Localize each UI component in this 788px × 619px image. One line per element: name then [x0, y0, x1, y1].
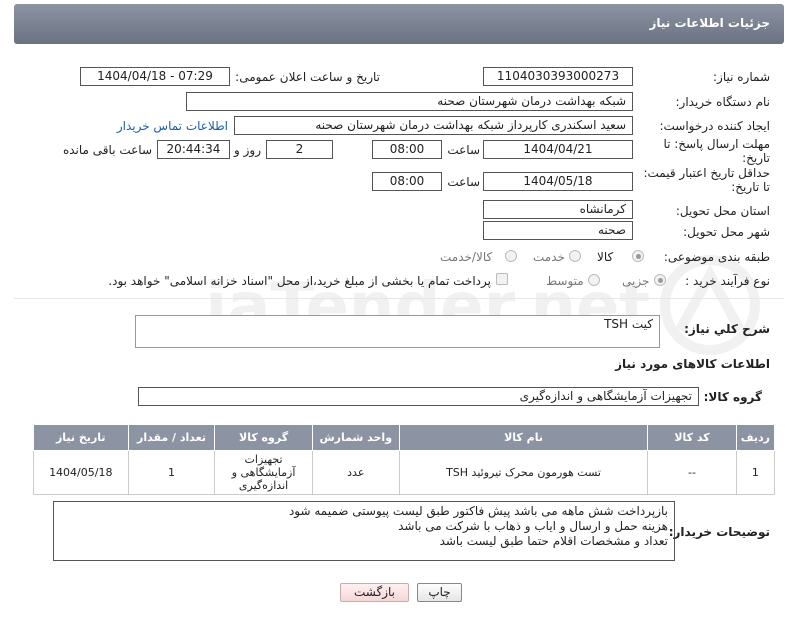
buyer-note-line: تعداد و مشخصات اقلام حتما طبق لیست باشد	[439, 534, 668, 548]
announce-datetime-label: تاریخ و ساعت اعلان عمومی:	[235, 70, 380, 84]
need-number-field: 1104030393000273	[483, 67, 633, 86]
category-option-service: خدمت	[533, 250, 565, 264]
remaining-time-field: 20:44:34	[157, 140, 230, 159]
cell-item-name: تست هورمون محرک تیروئید TSH	[398, 450, 649, 495]
reply-deadline-label-2: تاریخ:	[742, 151, 770, 165]
col-header-quantity: تعداد / مقدار	[127, 424, 216, 451]
need-number-label: شماره نیاز:	[713, 70, 770, 84]
items-table: ردیف کد کالا نام کالا واحد شمارش گروه کا…	[33, 424, 776, 495]
reply-deadline-date: 1404/04/21	[483, 140, 633, 159]
reply-deadline-time: 08:00	[372, 140, 442, 159]
buyer-contact-link[interactable]: اطلاعات تماس خریدار	[117, 119, 228, 133]
category-radio-goods[interactable]	[632, 250, 644, 262]
delivery-province-label: استان محل تحویل:	[675, 204, 770, 218]
process-option-medium: متوسط	[546, 274, 584, 288]
category-radio-service[interactable]	[569, 250, 581, 262]
divider	[14, 298, 784, 299]
table-header-row: ردیف کد کالا نام کالا واحد شمارش گروه کا…	[33, 424, 776, 451]
reply-deadline-label: مهلت ارسال پاسخ: تا	[663, 137, 770, 151]
col-header-item-code: کد کالا	[647, 424, 737, 451]
col-header-need-date: تاریخ نیاز	[33, 424, 129, 451]
price-validity-label: حداقل تاریخ اعتبار قیمت:	[643, 166, 770, 180]
goods-section-title: اطلاعات کالاهای مورد نیاز	[615, 357, 770, 371]
back-button[interactable]: بازگشت	[340, 583, 409, 602]
buyer-note-line: هزینه حمل و ارسال و ایاب و ذهاب با شرکت …	[398, 519, 668, 533]
category-radio-goods-service[interactable]	[505, 250, 517, 262]
buyer-note-line: بازپرداخت شش ماهه می باشد پیش فاکتور طبق…	[288, 504, 668, 518]
process-radio-minor[interactable]	[654, 274, 666, 286]
summary-textarea: کیت TSH	[135, 315, 660, 348]
treasury-payment-note: پرداخت تمام یا بخشی از مبلغ خرید،از محل …	[108, 274, 491, 288]
days-label: روز و	[234, 143, 261, 157]
cell-quantity: 1	[127, 450, 216, 495]
reply-time-label: ساعت	[447, 143, 480, 157]
cell-unit: عدد	[311, 450, 400, 495]
delivery-province-field: کرمانشاه	[483, 200, 633, 219]
requester-field: سعید اسکندری کارپرداز شبکه بهداشت درمان …	[234, 116, 633, 135]
buyer-notes-label: توضیحات خریدار:	[668, 525, 770, 539]
delivery-city-field: صحنه	[483, 221, 633, 240]
requester-label: ایجاد کننده درخواست:	[659, 119, 770, 133]
price-time-label: ساعت	[447, 175, 480, 189]
buyer-org-label: نام دستگاه خریدار:	[675, 95, 771, 109]
col-header-item-name: نام کالا	[398, 424, 649, 451]
remaining-time-label: ساعت باقی مانده	[62, 143, 152, 157]
process-type-label: نوع فرآیند خرید :	[685, 274, 770, 288]
cell-group: تجهیزات آزمایشگاهی و اندازه‌گیری	[214, 450, 313, 495]
cell-need-date: 1404/05/18	[33, 450, 129, 495]
category-option-goods: کالا	[597, 250, 614, 264]
delivery-city-label: شهر محل تحویل:	[683, 225, 770, 239]
buyer-notes-textarea: بازپرداخت شش ماهه می باشد پیش فاکتور طبق…	[53, 501, 675, 561]
price-validity-label-2: تا تاریخ:	[731, 180, 770, 194]
announce-datetime-field: 1404/04/18 - 07:29	[80, 67, 230, 86]
col-header-row-number: ردیف	[735, 424, 776, 451]
summary-label: شرح کلي نياز:	[684, 322, 770, 336]
print-button[interactable]: چاپ	[417, 583, 462, 602]
cell-item-code: --	[647, 450, 737, 495]
panel-header: جزئیات اطلاعات نیاز	[14, 4, 784, 44]
buyer-org-field: شبکه بهداشت درمان شهرستان صحنه	[186, 92, 633, 111]
days-remaining-field: 2	[266, 140, 333, 159]
process-option-minor: جزیی	[622, 274, 650, 288]
goods-group-label: گروه کالا:	[703, 390, 762, 404]
price-validity-date: 1404/05/18	[483, 172, 633, 191]
category-option-goods-service: کالا/خدمت	[440, 250, 493, 264]
table-row: 1 -- تست هورمون محرک تیروئید TSH عدد تجه…	[33, 450, 776, 495]
col-header-unit: واحد شمارش	[311, 424, 400, 451]
price-validity-time: 08:00	[372, 172, 442, 191]
treasury-payment-checkbox[interactable]	[496, 273, 508, 285]
col-header-group: گروه کالا	[214, 424, 313, 451]
cell-row-number: 1	[735, 450, 776, 495]
goods-group-field: تجهیزات آزمایشگاهی و اندازه‌گیری	[138, 387, 699, 406]
process-radio-medium[interactable]	[588, 274, 600, 286]
category-label: طبقه بندی موضوعی:	[663, 250, 770, 264]
page-title: جزئیات اطلاعات نیاز	[649, 16, 770, 30]
